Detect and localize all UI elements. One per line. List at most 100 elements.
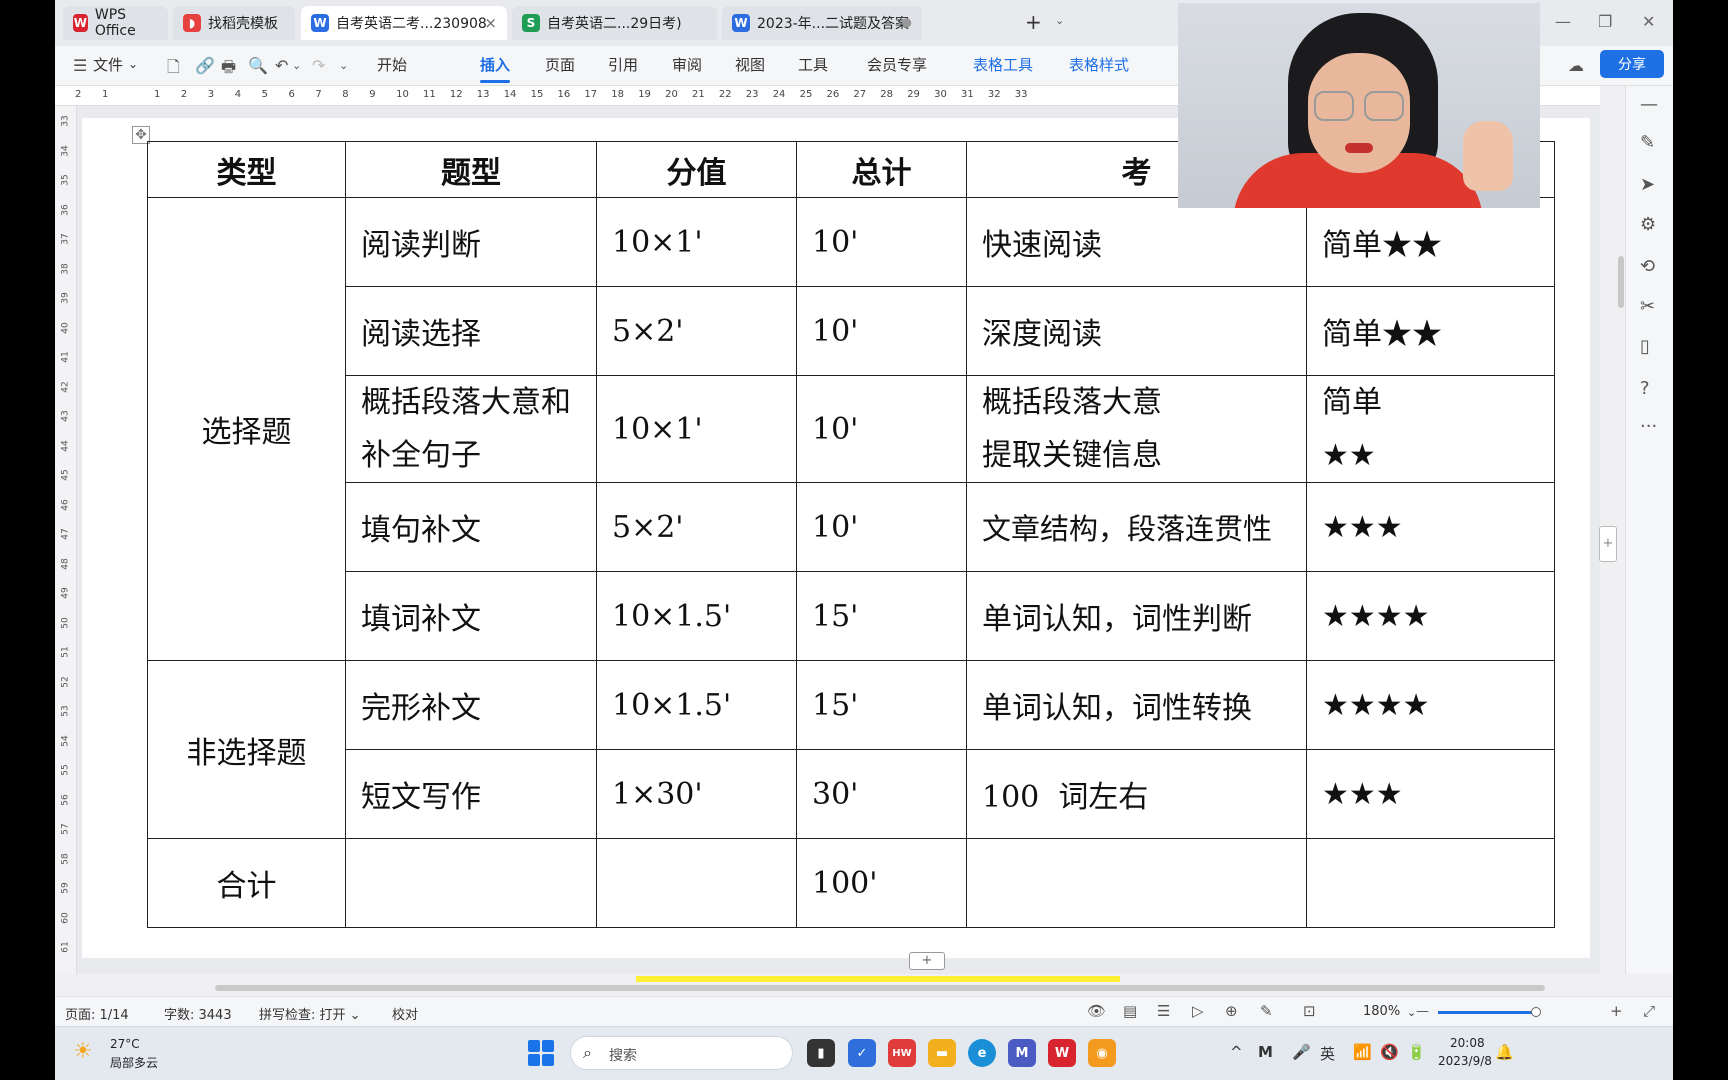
weather-temperature[interactable]: 27°C bbox=[110, 1037, 140, 1051]
close-window-button[interactable]: ✕ bbox=[1642, 12, 1655, 31]
cell-total[interactable]: 10' bbox=[796, 197, 967, 287]
cell-difficulty[interactable]: 简单 ★★ bbox=[1306, 375, 1555, 483]
cell-difficulty[interactable]: ★★★ bbox=[1306, 482, 1555, 572]
zoom-in-button[interactable]: + bbox=[1610, 1002, 1623, 1020]
file-explorer-app[interactable]: ▬ bbox=[928, 1039, 956, 1067]
horizontal-scrollbar[interactable] bbox=[135, 983, 1585, 993]
document-page[interactable]: ✥ 类型 题型 分值 总计 考 选择题 阅读判断 10×1' 10' 快速阅读 … bbox=[82, 118, 1590, 970]
chevron-down-icon[interactable]: ⌄ bbox=[292, 59, 301, 72]
tab-tools[interactable]: 工具 bbox=[798, 54, 828, 75]
minimize-button[interactable]: — bbox=[1555, 12, 1571, 31]
tab-view[interactable]: 视图 bbox=[735, 54, 765, 75]
tab-page[interactable]: 页面 bbox=[545, 54, 575, 75]
cell-skill[interactable]: 100 词左右 bbox=[966, 749, 1307, 839]
file-menu[interactable]: 文件 bbox=[93, 54, 123, 75]
microphone-icon[interactable]: 🎤 bbox=[1292, 1043, 1311, 1061]
tab-wps-office[interactable]: W WPS Office bbox=[63, 6, 168, 40]
document-canvas[interactable]: ✥ 类型 题型 分值 总计 考 选择题 阅读判断 10×1' 10' 快速阅读 … bbox=[77, 106, 1624, 982]
task-view-app[interactable]: ▮ bbox=[807, 1039, 835, 1067]
reader-icon[interactable]: ▯ bbox=[1640, 336, 1650, 357]
new-tab-button[interactable]: + bbox=[1025, 10, 1042, 34]
tools-icon[interactable]: ✂ bbox=[1640, 296, 1655, 317]
cell-score[interactable]: 10×1.5' bbox=[596, 571, 797, 661]
cell-question-type[interactable] bbox=[345, 838, 597, 928]
cell-skill[interactable]: 快速阅读 bbox=[966, 197, 1307, 287]
spellcheck-toggle[interactable]: 拼写检查: 打开 ⌄ bbox=[259, 1004, 361, 1023]
cell-total[interactable]: 15' bbox=[796, 571, 967, 661]
tab-template[interactable]: ◗ 找稻壳模板 bbox=[173, 6, 295, 40]
cell-skill[interactable] bbox=[966, 838, 1307, 928]
close-icon[interactable]: × bbox=[484, 14, 497, 32]
cell-question-type[interactable]: 阅读选择 bbox=[345, 286, 597, 376]
start-button[interactable] bbox=[528, 1040, 554, 1066]
add-row-button[interactable]: + bbox=[909, 952, 945, 970]
pen-icon[interactable]: ✎ bbox=[1260, 1002, 1273, 1020]
cell-difficulty[interactable]: ★★★★ bbox=[1306, 571, 1555, 661]
settings-icon[interactable]: ⚙ bbox=[1640, 214, 1656, 235]
collapse-icon[interactable]: — bbox=[1640, 94, 1658, 115]
todo-app[interactable]: ✓ bbox=[848, 1039, 876, 1067]
chevron-down-icon[interactable]: ⌄ bbox=[339, 59, 348, 72]
vertical-scrollbar[interactable] bbox=[1618, 256, 1624, 308]
chevron-down-icon[interactable]: ⌄ bbox=[128, 57, 138, 71]
header-type[interactable]: 类型 bbox=[147, 141, 346, 198]
print-icon[interactable]: 🖶 bbox=[221, 56, 236, 83]
edge-browser-app[interactable]: e bbox=[968, 1039, 996, 1067]
cell-score[interactable]: 10×1.5' bbox=[596, 660, 797, 750]
tray-expand-icon[interactable]: ^ bbox=[1230, 1043, 1243, 1061]
cell-question-type[interactable]: 短文写作 bbox=[345, 749, 597, 839]
weather-description[interactable]: 局部多云 bbox=[110, 1054, 158, 1071]
tab-reference[interactable]: 引用 bbox=[608, 54, 638, 75]
exam-structure-table[interactable]: 类型 题型 分值 总计 考 选择题 阅读判断 10×1' 10' 快速阅读 简单… bbox=[147, 141, 1555, 928]
proofread-button[interactable]: 校对 bbox=[392, 1004, 418, 1023]
zoom-slider-handle[interactable] bbox=[1531, 1007, 1541, 1017]
more-icon[interactable]: ··· bbox=[1640, 416, 1657, 437]
tab-home[interactable]: 开始 bbox=[377, 54, 407, 75]
tab-answers-doc[interactable]: W 2023-年...二试题及答案 ● bbox=[722, 6, 922, 40]
tab-table-style[interactable]: 表格样式 bbox=[1069, 54, 1129, 75]
outline-icon[interactable]: ☰ bbox=[1157, 1002, 1170, 1020]
tab-active-doc[interactable]: W 自考英语二考...230908 × bbox=[301, 6, 507, 40]
cell-difficulty[interactable]: ★★★ bbox=[1306, 749, 1555, 839]
cell-question-type[interactable]: 完形补文 bbox=[345, 660, 597, 750]
clock-date[interactable]: 2023/9/8 bbox=[1438, 1054, 1492, 1068]
tab-member[interactable]: 会员专享 bbox=[867, 54, 927, 75]
wps-app[interactable]: W bbox=[1048, 1039, 1076, 1067]
cell-type[interactable]: 选择题 bbox=[147, 197, 346, 661]
cell-score[interactable]: 10×1' bbox=[596, 197, 797, 287]
header-score[interactable]: 分值 bbox=[596, 141, 797, 198]
volume-icon[interactable]: 🔇 bbox=[1380, 1043, 1399, 1061]
tab-review[interactable]: 审阅 bbox=[672, 54, 702, 75]
zoom-out-button[interactable]: — bbox=[1416, 1004, 1429, 1019]
cell-skill[interactable]: 单词认知，词性判断 bbox=[966, 571, 1307, 661]
cell-type[interactable]: 合计 bbox=[147, 838, 346, 928]
cell-total[interactable]: 10' bbox=[796, 286, 967, 376]
tab-table-tools[interactable]: 表格工具 bbox=[973, 54, 1033, 75]
cell-total[interactable]: 15' bbox=[796, 660, 967, 750]
share-button[interactable]: 分享 bbox=[1600, 50, 1664, 78]
play-icon[interactable]: ▷ bbox=[1192, 1002, 1204, 1020]
zoom-level[interactable]: 180% bbox=[1363, 1004, 1400, 1019]
preview-icon[interactable]: 🔍 bbox=[248, 56, 268, 75]
add-column-button[interactable]: + bbox=[1599, 526, 1617, 562]
cell-question-type[interactable]: 概括段落大意和 补全句子 bbox=[345, 375, 597, 483]
link-icon[interactable]: 🔗 bbox=[195, 56, 215, 75]
tab-insert[interactable]: 插入 bbox=[480, 54, 510, 75]
cell-total[interactable]: 30' bbox=[796, 749, 967, 839]
cell-question-type[interactable]: 填句补文 bbox=[345, 482, 597, 572]
select-icon[interactable]: ➤ bbox=[1640, 174, 1655, 195]
header-total[interactable]: 总计 bbox=[796, 141, 967, 198]
cell-score[interactable]: 5×2' bbox=[596, 482, 797, 572]
clock-time[interactable]: 20:08 bbox=[1450, 1036, 1485, 1050]
menu-icon[interactable]: ☰ bbox=[73, 56, 87, 75]
cell-total[interactable]: 10' bbox=[796, 482, 967, 572]
tray-m-icon[interactable]: M bbox=[1258, 1043, 1273, 1061]
cell-score[interactable] bbox=[596, 838, 797, 928]
tab-spreadsheet[interactable]: S 自考英语二...29日考) bbox=[512, 6, 717, 40]
taskbar-search[interactable]: ⌕ 搜索 bbox=[570, 1036, 793, 1070]
notification-icon[interactable]: 🔔 bbox=[1495, 1043, 1514, 1061]
page-view-icon[interactable]: ▤ bbox=[1123, 1002, 1137, 1020]
cell-skill[interactable]: 单词认知，词性转换 bbox=[966, 660, 1307, 750]
cell-skill[interactable]: 深度阅读 bbox=[966, 286, 1307, 376]
chevron-down-icon[interactable]: ⌄ bbox=[1407, 1006, 1416, 1019]
